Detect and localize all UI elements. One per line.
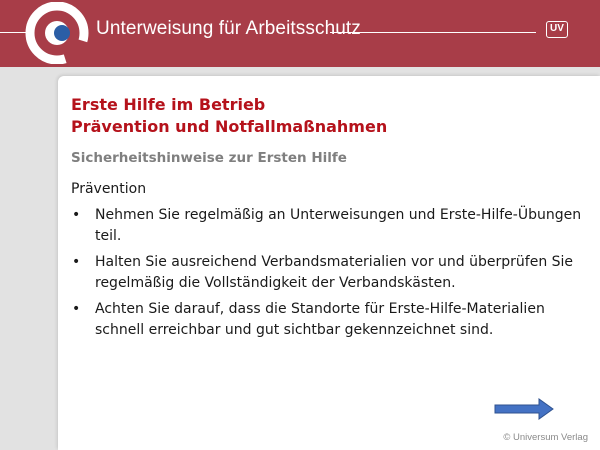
slide-panel: Erste Hilfe im Betrieb Prävention und No…	[58, 76, 600, 450]
bullet-item: • Halten Sie ausreichend Verbandsmateria…	[71, 252, 591, 294]
header-divider	[330, 32, 536, 33]
header-bar: Unterweisung für Arbeitsschutz UV	[0, 0, 600, 67]
arrow-right-icon[interactable]	[493, 397, 557, 421]
bullet-list: • Nehmen Sie regelmäßig an Unterweisunge…	[71, 205, 591, 346]
bullet-text: Nehmen Sie regelmäßig an Unterweisungen …	[95, 207, 582, 244]
universum-logo-icon	[24, 2, 90, 64]
slide-title-line-2: Prävention und Notfallmaßnahmen	[71, 117, 388, 136]
slide-title-line-1: Erste Hilfe im Betrieb	[71, 95, 266, 114]
copyright-text: © Universum Verlag	[503, 432, 588, 443]
slide-subtitle: Sicherheitshinweise zur Ersten Hilfe	[71, 150, 347, 166]
header-title: Unterweisung für Arbeitsschutz	[96, 18, 361, 39]
bullet-item: • Achten Sie darauf, dass die Standorte …	[71, 299, 591, 341]
section-heading: Prävention	[71, 181, 147, 197]
slide-title: Erste Hilfe im Betrieb Prävention und No…	[71, 94, 387, 138]
bullet-text: Achten Sie darauf, dass die Standorte fü…	[95, 301, 545, 338]
bullet-dot: •	[72, 254, 81, 270]
bullet-dot: •	[72, 207, 81, 223]
bullet-dot: •	[72, 301, 81, 317]
bullet-text: Halten Sie ausreichend Verbandsmateriali…	[95, 254, 574, 291]
uv-badge: UV	[546, 21, 568, 38]
bullet-item: • Nehmen Sie regelmäßig an Unterweisunge…	[71, 205, 591, 247]
